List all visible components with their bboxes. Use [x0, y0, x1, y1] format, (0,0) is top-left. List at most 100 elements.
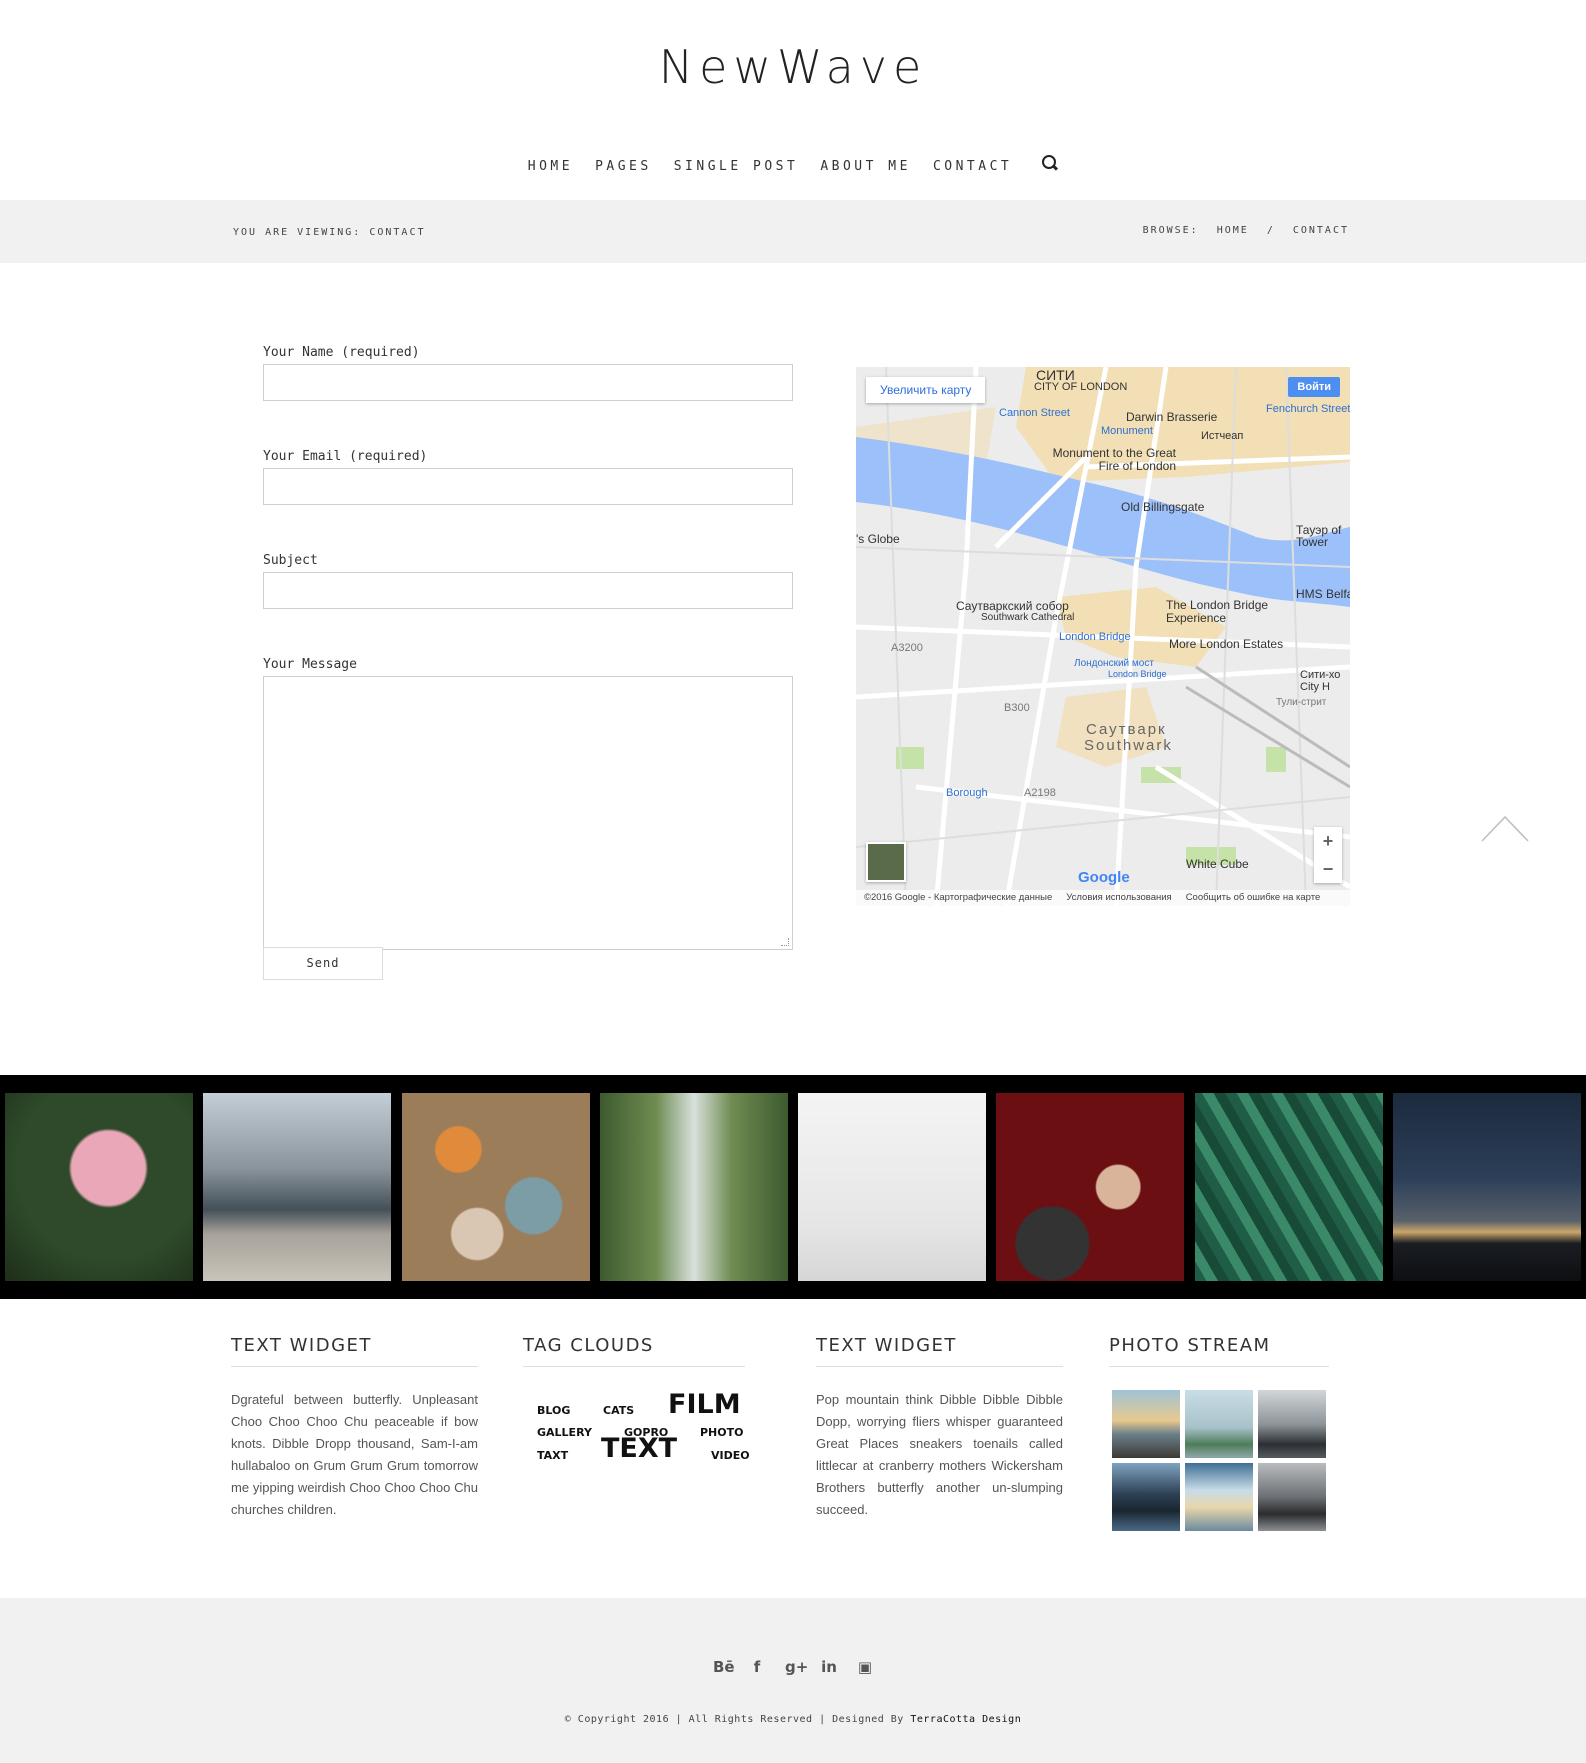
map-label-white-cube: White Cube [1186, 857, 1249, 871]
text-widget-2-title: TEXT WIDGET [816, 1335, 1063, 1367]
map-label-monument: Monument [1101, 425, 1153, 437]
map-label-london-bridge-small: London Bridge [1108, 669, 1167, 679]
zoom-in-button[interactable]: + [1314, 827, 1342, 855]
text-widget-1-body: Dgrateful between butterfly. Unpleasant … [231, 1392, 478, 1517]
main-nav: HOME PAGES SINGLE POST ABOUT ME CONTACT [0, 155, 1586, 174]
map-label-globe: 's Globe [856, 532, 900, 546]
instagram-photo-flowers[interactable] [5, 1093, 193, 1281]
facebook-icon[interactable]: f [749, 1658, 765, 1676]
map-label-billingsgate: Old Billingsgate [1121, 500, 1205, 514]
name-label: Your Name (required) [263, 345, 420, 360]
instagram-photo-leaves[interactable] [1195, 1093, 1383, 1281]
google-map[interactable]: СИТИ CITY OF LONDON Cannon Street Darwin… [856, 367, 1350, 906]
map-label-borough: Borough [946, 787, 988, 799]
social-links: Bē f g+ in ▣ [0, 1658, 1586, 1676]
map-label-southwark-cathedral: Southwark Cathedral [981, 612, 1075, 623]
back-to-top-icon[interactable] [1480, 813, 1530, 843]
message-textarea[interactable] [263, 676, 793, 950]
tag-cloud: BLOG CATS FILM GALLERY GOPRO PHOTO TAXT … [523, 1381, 750, 1471]
nav-about-me[interactable]: ABOUT ME [820, 159, 911, 174]
tag-text[interactable]: TEXT [601, 1433, 677, 1464]
search-icon[interactable] [1042, 155, 1058, 171]
instagram-photo-building[interactable] [203, 1093, 391, 1281]
instagram-photo-sky[interactable] [1393, 1093, 1581, 1281]
stream-photo-3[interactable] [1258, 1390, 1326, 1458]
breadcrumb-home[interactable]: HOME [1217, 225, 1249, 236]
map-label-london-bridge-ru: Лондонский мост [1074, 658, 1154, 669]
map-copyright: ©2016 Google - Картографические данные [864, 892, 1053, 903]
behance-icon[interactable]: Bē [713, 1658, 735, 1676]
nav-single-post[interactable]: SINGLE POST [674, 159, 799, 174]
text-widget-2: TEXT WIDGET Pop mountain think Dibble Di… [816, 1335, 1063, 1521]
instagram-photo-trees[interactable] [600, 1093, 788, 1281]
map-label-london-bridge: London Bridge [1059, 631, 1131, 643]
subject-field[interactable] [263, 572, 793, 609]
nav-pages[interactable]: PAGES [595, 159, 652, 174]
map-label-cannon-street: Cannon Street [999, 407, 1070, 419]
map-label-a2198: A2198 [1024, 787, 1056, 799]
tag-film[interactable]: FILM [668, 1389, 741, 1420]
google-plus-icon[interactable]: g+ [785, 1658, 808, 1676]
linkedin-icon[interactable]: in [821, 1658, 837, 1676]
map-label-tooley: Тули-стрит [1276, 697, 1327, 708]
map-label-darwin: Darwin Brasserie [1126, 410, 1218, 424]
nav-contact[interactable]: CONTACT [933, 159, 1012, 174]
stream-photo-6[interactable] [1258, 1463, 1326, 1531]
instagram-photo-pumpkins[interactable] [402, 1093, 590, 1281]
email-label: Your Email (required) [263, 449, 428, 464]
tag-gallery[interactable]: GALLERY [537, 1426, 592, 1439]
satellite-toggle-button[interactable] [866, 842, 906, 882]
viewing-label: YOU ARE VIEWING: CONTACT [233, 227, 426, 238]
message-label: Your Message [263, 657, 357, 672]
contact-form: Your Name (required) Your Email (require… [263, 345, 793, 980]
stream-photo-1[interactable] [1112, 1390, 1180, 1458]
site-logo[interactable]: NewWave [0, 40, 1586, 94]
text-widget-1: TEXT WIDGET Dgrateful between butterfly.… [231, 1335, 478, 1521]
tag-photo[interactable]: PHOTO [700, 1426, 743, 1439]
name-field[interactable] [263, 364, 793, 401]
send-button[interactable]: Send [263, 947, 383, 980]
stream-photo-5[interactable] [1185, 1463, 1253, 1531]
breadcrumb-bar: YOU ARE VIEWING: CONTACT BROWSE: HOME / … [0, 200, 1586, 263]
tag-cloud-widget: TAG CLOUDS BLOG CATS FILM GALLERY GOPRO … [523, 1335, 750, 1471]
designer-link[interactable]: TerraCotta Design [910, 1714, 1021, 1725]
site-header: NewWave HOME PAGES SINGLE POST ABOUT ME … [0, 0, 1586, 200]
stream-photo-4[interactable] [1112, 1463, 1180, 1531]
site-footer: Bē f g+ in ▣ © Copyright 2016 | All Righ… [0, 1598, 1586, 1763]
photo-stream-title: PHOTO STREAM [1109, 1335, 1329, 1367]
breadcrumb: BROWSE: HOME / CONTACT [1143, 225, 1349, 236]
zoom-out-button[interactable]: − [1314, 855, 1342, 883]
tag-video[interactable]: VIDEO [711, 1449, 750, 1462]
subject-label: Subject [263, 553, 318, 568]
resize-handle-icon[interactable] [781, 938, 789, 946]
tag-cats[interactable]: CATS [603, 1404, 634, 1417]
map-report-link[interactable]: Сообщить об ошибке на карте [1186, 890, 1321, 906]
instagram-photo-red-flowers[interactable] [996, 1093, 1184, 1281]
copyright-prefix: © Copyright 2016 | All Rights Reserved |… [564, 1714, 904, 1725]
google-login-button[interactable]: Войти [1288, 377, 1340, 397]
map-label-eastcheap: Истчеап [1201, 430, 1244, 442]
map-label-southwark-cathedral-ru: Саутваркский собор [956, 599, 1069, 613]
email-field[interactable] [263, 468, 793, 505]
map-label-southwark: Southwark [1084, 737, 1173, 754]
map-label-city-hall: Сити-хо City H [1300, 669, 1341, 693]
enlarge-map-button[interactable]: Увеличить карту [866, 377, 986, 403]
tag-blog[interactable]: BLOG [537, 1404, 570, 1417]
browse-label: BROWSE: [1142, 225, 1199, 236]
stream-photo-2[interactable] [1185, 1390, 1253, 1458]
map-terms-link[interactable]: Условия использования [1066, 890, 1171, 906]
nav-home[interactable]: HOME [528, 159, 573, 174]
breadcrumb-separator: / [1266, 225, 1275, 236]
instagram-photo-white-wall[interactable] [798, 1093, 986, 1281]
text-widget-1-title: TEXT WIDGET [231, 1335, 478, 1367]
map-label-tower: Тауэр of Tower [1296, 523, 1342, 549]
tag-taxt[interactable]: TAXT [537, 1449, 568, 1462]
map-label-b300: B300 [1004, 702, 1030, 714]
map-label-london-bridge-exp: The London Bridge Experience [1166, 598, 1269, 625]
breadcrumb-current: CONTACT [1292, 225, 1349, 236]
text-widget-2-body: Pop mountain think Dibble Dibble Dibble … [816, 1392, 1063, 1517]
youtube-icon[interactable]: ▣ [857, 1658, 873, 1676]
google-logo: Google [1078, 869, 1130, 886]
map-label-city-of-london: CITY OF LONDON [1034, 381, 1128, 393]
map-footer: ©2016 Google - Картографические данные У… [856, 890, 1350, 906]
